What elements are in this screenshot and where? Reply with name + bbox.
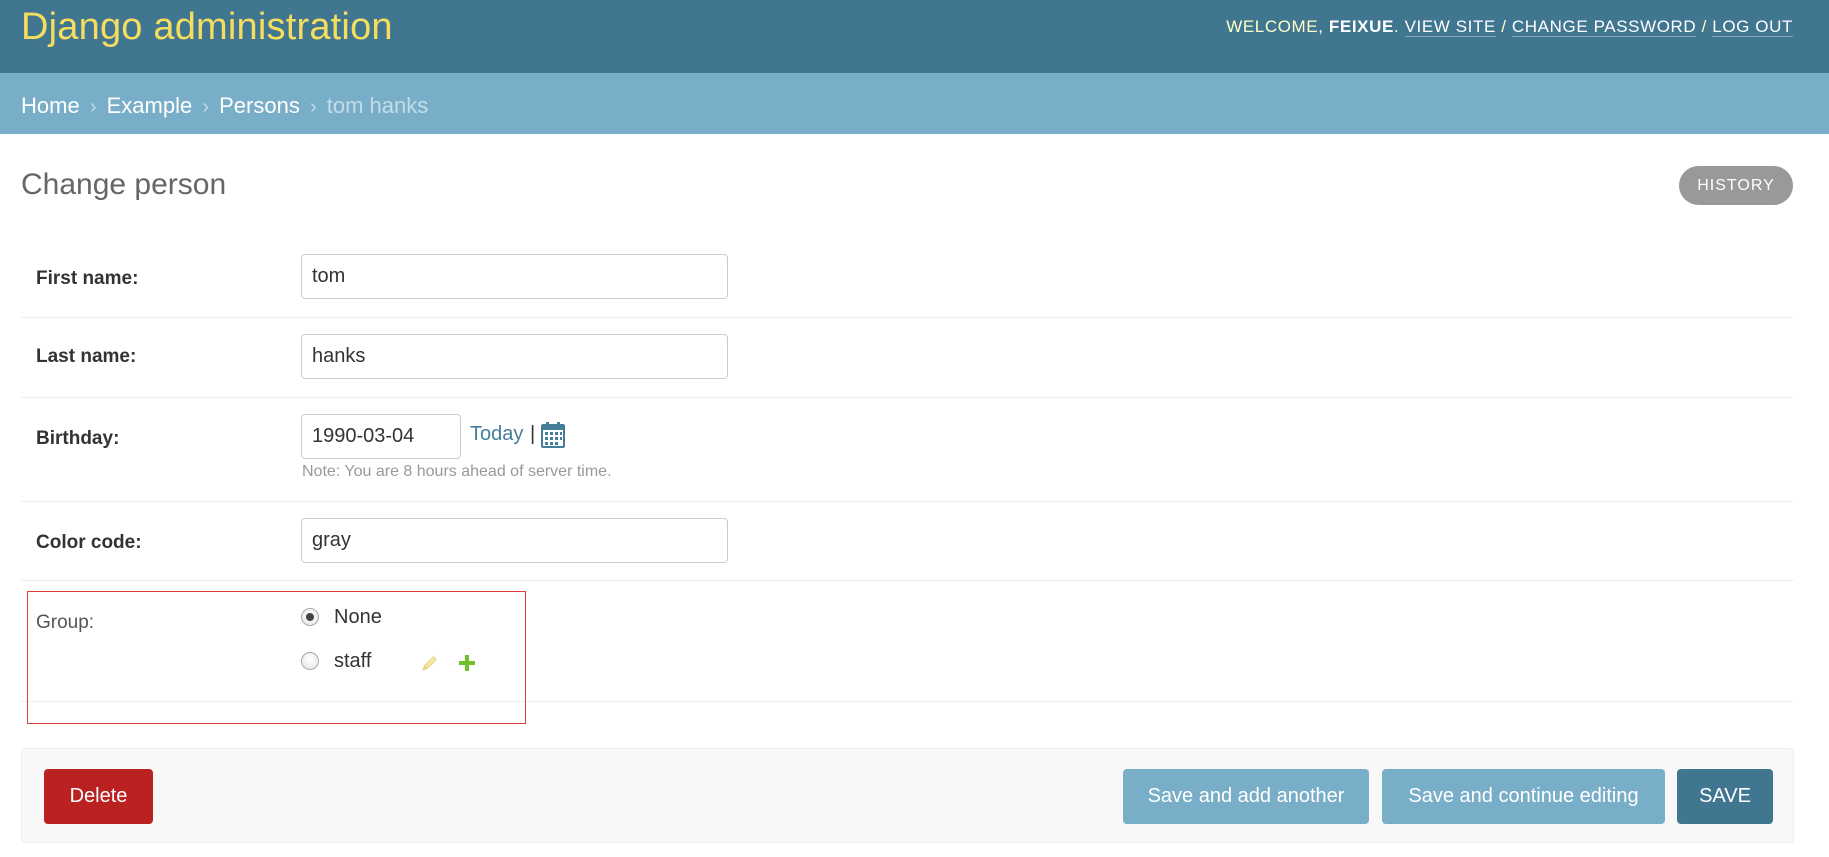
form-row-group: Group: None staff <box>21 581 1794 702</box>
view-site-link[interactable]: View site <box>1404 17 1496 37</box>
breadcrumb-model[interactable]: Persons <box>219 93 300 118</box>
change-password-link[interactable]: Change password <box>1511 17 1697 37</box>
color-code-label: Color code: <box>36 532 142 553</box>
timezone-note: Note: You are 8 hours ahead of server ti… <box>302 463 612 480</box>
page-title: Change person <box>21 168 227 201</box>
first-name-label: First name: <box>36 268 139 289</box>
calendar-icon[interactable] <box>541 422 565 448</box>
last-name-label: Last name: <box>36 346 137 367</box>
save-and-continue-button[interactable]: Save and continue editing <box>1382 769 1665 824</box>
header: Django administration Welcome, feixue. V… <box>0 0 1829 73</box>
breadcrumb-separator: › <box>89 96 97 118</box>
username: feixue <box>1328 17 1394 36</box>
user-tools: Welcome, feixue. View site / Change pass… <box>1226 17 1793 37</box>
save-and-add-another-button[interactable]: Save and add another <box>1123 769 1369 824</box>
last-name-input[interactable] <box>301 334 728 379</box>
first-name-input[interactable] <box>301 254 728 299</box>
breadcrumb-separator: › <box>202 96 209 118</box>
shortcut-separator: | <box>530 423 536 445</box>
group-option-label: staff <box>334 650 372 672</box>
birthday-input[interactable] <box>301 414 461 459</box>
radio-button-staff[interactable] <box>301 652 319 670</box>
breadcrumb: Home › Example › Persons › tom hanks <box>0 73 1829 134</box>
birthday-label: Birthday: <box>36 428 120 449</box>
site-branding[interactable]: Django administration <box>21 6 393 49</box>
delete-button[interactable]: Delete <box>44 769 153 824</box>
history-button[interactable]: History <box>1679 166 1793 205</box>
form-row-color-code: Color code: <box>21 502 1794 581</box>
log-out-link[interactable]: Log out <box>1712 17 1793 37</box>
breadcrumb-home[interactable]: Home <box>21 93 80 118</box>
form-row-last-name: Last name: <box>21 318 1794 398</box>
breadcrumb-separator: › <box>309 96 317 118</box>
color-code-input[interactable] <box>301 518 728 563</box>
submit-row: Delete Save and add another Save and con… <box>21 748 1794 843</box>
form-row-birthday: Birthday: Today | Note: You are 8 hours … <box>21 398 1794 502</box>
today-link[interactable]: Today <box>470 423 523 446</box>
breadcrumb-app[interactable]: Example <box>107 93 193 118</box>
pencil-icon[interactable] <box>420 653 440 673</box>
breadcrumb-current: tom hanks <box>326 93 429 118</box>
form-row-first-name: First name: <box>21 250 1794 318</box>
history-button-label: History <box>1697 177 1775 194</box>
save-button[interactable]: Save <box>1677 769 1773 824</box>
radio-button-none[interactable] <box>301 608 319 626</box>
welcome-text: Welcome, <box>1226 17 1324 36</box>
group-option-label: None <box>334 606 382 628</box>
add-icon[interactable] <box>457 653 477 673</box>
group-label: Group: <box>36 612 95 633</box>
